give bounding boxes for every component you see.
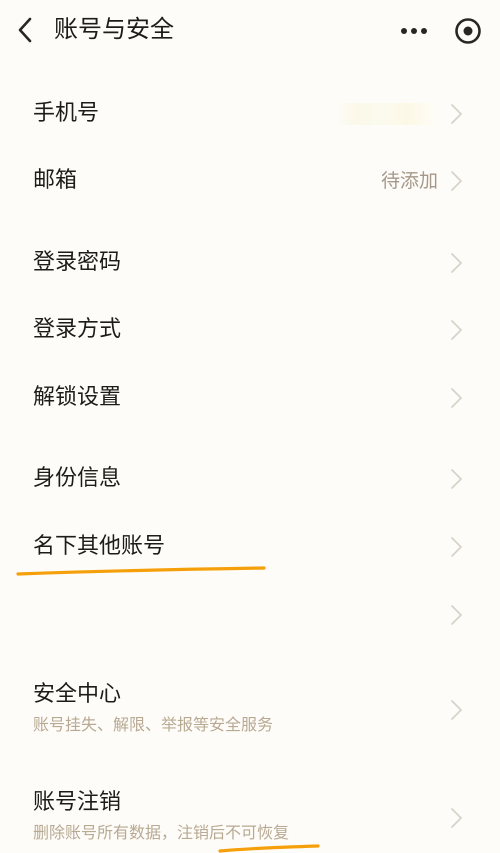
back-button[interactable] (12, 14, 44, 46)
highlight-underline (16, 566, 266, 576)
chevron-right-icon (451, 537, 462, 557)
row-account-deletion[interactable]: 账号注销 删除账号所有数据，注销后不可恢复 (0, 780, 500, 853)
more-dot (421, 28, 427, 34)
row-identity-info[interactable]: 身份信息 (0, 452, 500, 506)
more-dots-icon (401, 28, 407, 34)
row-login-password[interactable]: 登录密码 (0, 236, 500, 290)
chevron-right-icon (451, 808, 462, 828)
row-login-method[interactable]: 登录方式 (0, 303, 500, 357)
row-label: 解锁设置 (33, 385, 122, 410)
row-empty[interactable] (0, 588, 500, 642)
chevron-left-icon (18, 17, 32, 43)
account-security-page: 账号与安全 手机号 邮箱 待添加 登录密码 登录方式 解锁设置 身份信息 名下其… (0, 0, 500, 853)
row-label: 邮箱 (33, 168, 78, 193)
chevron-right-icon (451, 700, 462, 720)
row-subtitle: 账号挂失、解限、举报等安全服务 (33, 715, 274, 734)
row-security-center[interactable]: 安全中心 账号挂失、解限、举报等安全服务 (0, 672, 500, 748)
row-label: 登录密码 (33, 250, 122, 275)
masked-phone-value (338, 103, 436, 125)
row-subtitle: 删除账号所有数据，注销后不可恢复 (33, 823, 290, 842)
row-label: 安全中心 (33, 682, 122, 707)
row-label: 身份信息 (33, 466, 122, 491)
chevron-right-icon (451, 605, 462, 625)
chevron-right-icon (451, 469, 462, 489)
chevron-right-icon (451, 388, 462, 408)
chevron-right-icon (451, 104, 462, 124)
row-email[interactable]: 邮箱 待添加 (0, 154, 500, 208)
chevron-right-icon (451, 320, 462, 340)
row-label: 手机号 (33, 101, 100, 126)
highlight-underline-bottom (218, 844, 320, 853)
row-label: 名下其他账号 (33, 534, 166, 559)
mini-program-close-button[interactable] (453, 16, 483, 46)
chevron-right-icon (451, 171, 462, 191)
row-label: 账号注销 (33, 790, 122, 815)
header-bar: 账号与安全 (0, 0, 500, 62)
row-unlock-settings[interactable]: 解锁设置 (0, 371, 500, 425)
chevron-right-icon (451, 253, 462, 273)
row-label: 登录方式 (33, 317, 122, 342)
more-button[interactable] (398, 24, 430, 38)
target-icon (455, 18, 481, 44)
row-value: 待添加 (380, 170, 438, 192)
more-dot (411, 28, 417, 34)
page-title: 账号与安全 (54, 15, 174, 43)
row-phone[interactable]: 手机号 (0, 88, 500, 140)
